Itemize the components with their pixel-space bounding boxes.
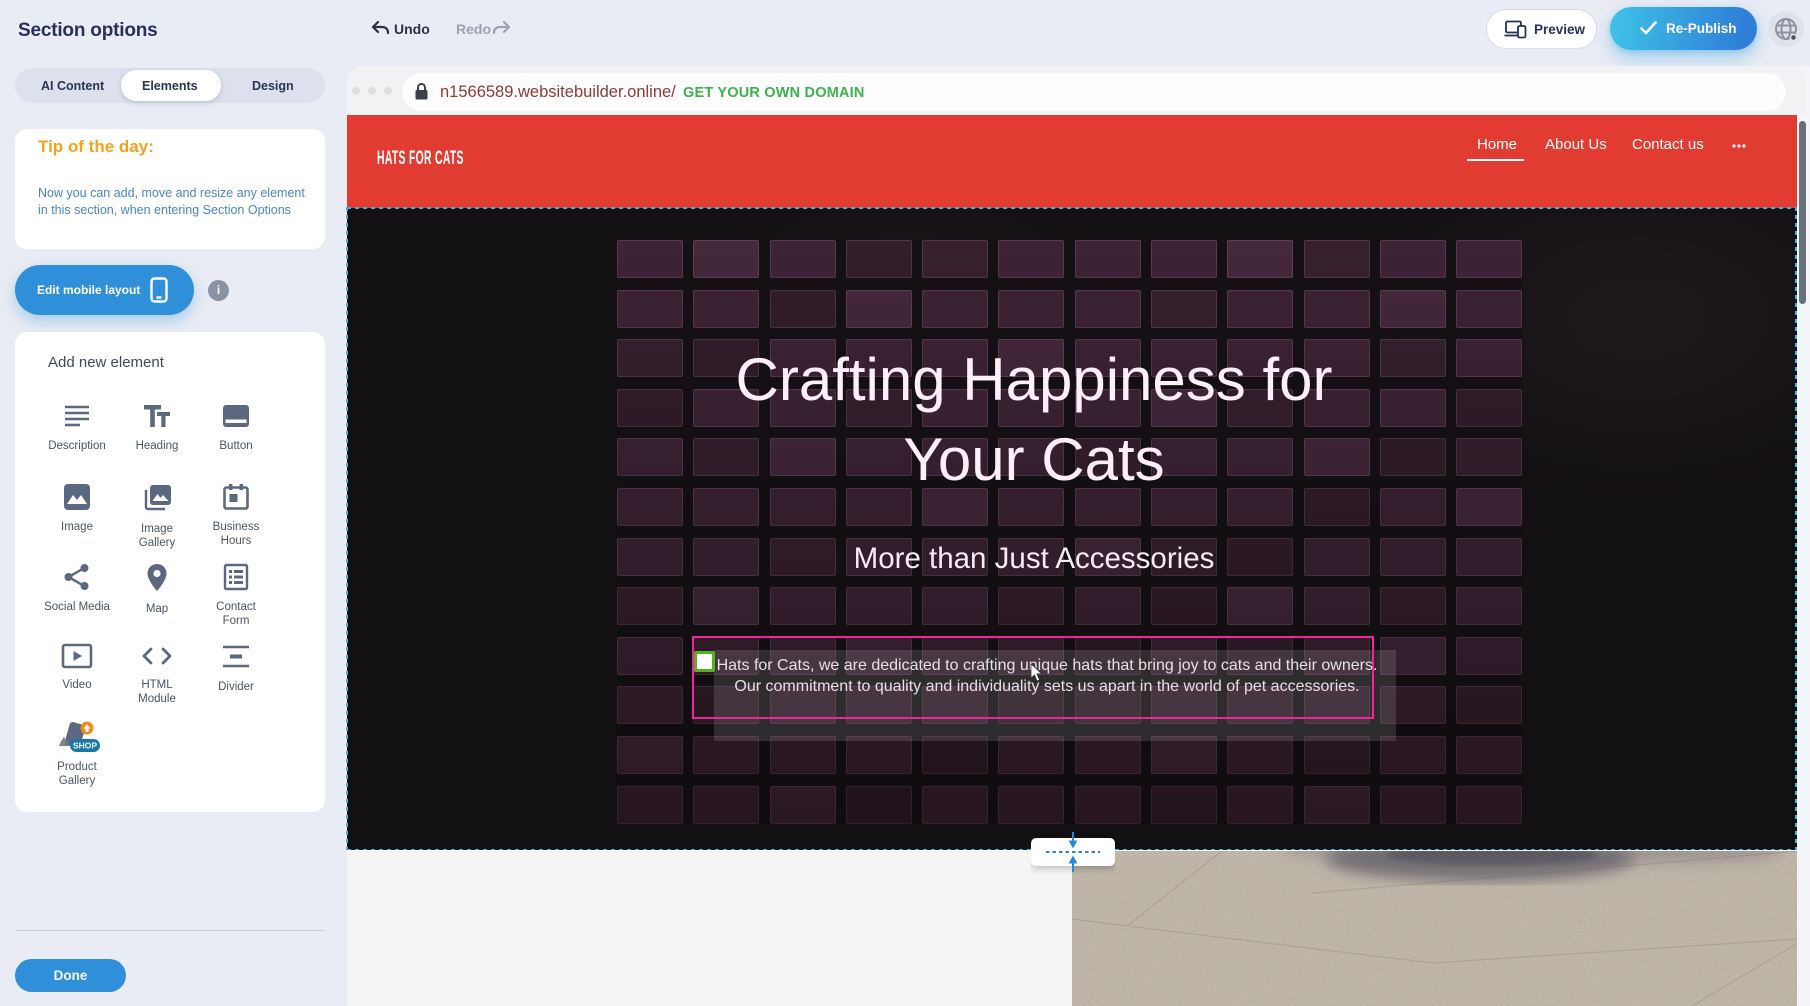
svg-text:SHOP: SHOP — [73, 741, 97, 751]
